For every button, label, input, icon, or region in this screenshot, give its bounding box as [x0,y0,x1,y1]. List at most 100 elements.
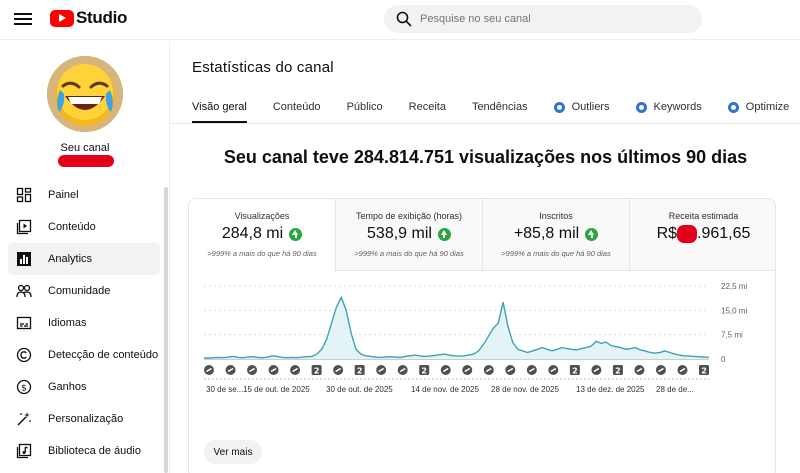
sidebar-item-comunidade[interactable]: Comunidade [8,275,160,307]
sidebar-item-label: Idiomas [48,317,87,329]
sidebar-item-label: Ganhos [48,381,87,393]
metric-value: 538,9 mil [336,225,482,243]
sidebar-item-idiomas[interactable]: Idiomas [8,307,160,339]
y-tick-label: 7,5 mi [721,331,743,340]
top-bar: Studio [0,0,800,40]
customization-icon [16,411,32,427]
x-tick-label: 30 de se... [206,385,243,394]
sidebar-item-deteccao[interactable]: Detecção de conteúdo [8,339,160,371]
overview-card: Visualizações 284,8 mi >999% a mais do q… [188,198,776,473]
video-marker-count: 2 [421,367,427,376]
metric-value: 284,8 mi [189,225,335,243]
metric-watch-time[interactable]: Tempo de exibição (horas) 538,9 mil >999… [336,199,483,271]
y-tick-label: 22,5 mi [721,282,747,291]
sidebar-scrollbar[interactable] [164,187,168,473]
tab-keywords[interactable]: Keywords [635,93,702,123]
metric-value: R$ .961,65 [630,225,775,243]
see-more-button[interactable]: Ver mais [204,440,262,464]
metric-comparison: >999% a mais do que há 90 dias [501,249,611,258]
extension-icon [553,102,565,113]
y-tick-label: 0 [721,355,726,364]
sidebar-item-personalizacao[interactable]: Personalização [8,403,160,435]
x-tick-label: 28 de nov. de 2025 [491,385,559,394]
sidebar-item-label: Detecção de conteúdo [48,349,159,361]
youtube-play-icon [50,9,74,27]
tab-label: Optimize [745,101,790,113]
audio-library-icon [16,443,32,459]
tab-conteudo[interactable]: Conteúdo [273,93,321,123]
video-marker-count: 2 [357,367,363,376]
x-tick-label: 28 de de... [656,385,694,394]
x-tick-label: 15 de out. de 2025 [243,385,310,394]
tab-label: Visão geral [192,101,247,113]
studio-logo[interactable]: Studio [50,8,127,28]
video-marker-count: 2 [701,367,707,376]
analytics-icon [16,251,32,267]
x-tick-label: 30 de out. de 2025 [326,385,393,394]
sidebar-item-biblioteca[interactable]: Biblioteca de áudio [8,435,160,467]
metric-label: Inscritos [539,211,573,221]
search-bar[interactable] [384,5,702,33]
arrow-up-icon [289,227,303,241]
tabs-divider [171,123,800,124]
sidebar-item-analytics[interactable]: Analytics [8,243,160,275]
search-input[interactable] [420,5,690,33]
sidebar-item-label: Conteúdo [48,221,96,233]
redacted-channel-name [58,155,114,167]
metric-label: Receita estimada [668,211,739,221]
sidebar-item-conteudo[interactable]: Conteúdo [8,211,160,243]
tab-label: Conteúdo [272,101,321,113]
metric-revenue[interactable]: Receita estimada R$ .961,65 [630,199,775,271]
views-chart[interactable]: 22,5 mi 15,0 mi 7,5 mi 0 2 2 2 2 2 2 30 de se... 15… [189,279,776,439]
tab-optimize[interactable]: Optimize [727,93,790,123]
tab-label: Receita [408,101,446,113]
copyright-icon [16,347,32,363]
metric-label: Tempo de exibição (horas) [355,211,463,221]
channel-avatar[interactable] [47,56,123,132]
arrow-up-icon [585,227,599,241]
metric-value: +85,8 mil [483,225,629,243]
sidebar-item-label: Biblioteca de áudio [48,445,141,457]
extension-icon [635,102,647,113]
x-tick-label: 14 de nov. de 2025 [411,385,479,394]
sidebar-item-label: Comunidade [48,285,111,297]
tab-receita[interactable]: Receita [409,93,446,123]
video-marker-count: 2 [615,367,621,376]
hamburger-menu-icon[interactable] [14,10,32,28]
analytics-tabs: Visão geral Conteúdo Público Receita Ten… [192,93,800,123]
sidebar: Seu canal Painel Conteúdo Analytics Comu… [0,41,170,473]
dashboard-icon [16,187,32,203]
logo-text: Studio [76,8,128,27]
metric-value-text: +85,8 mil [513,225,580,242]
metric-label: Visualizações [234,211,290,221]
arrow-up-icon [437,227,451,241]
metric-value-text: 284,8 mi [221,225,284,242]
sidebar-item-label: Painel [48,189,79,201]
metric-comparison: >999% a mais do que há 90 dias [354,249,464,258]
page-title: Estatísticas do canal [192,59,334,76]
tab-label: Outliers [571,101,610,113]
tab-visao-geral[interactable]: Visão geral [192,93,247,123]
series-area [204,297,709,359]
search-icon[interactable] [396,11,412,27]
metric-value-text: 538,9 mil [367,225,432,242]
channel-label: Seu canal [60,142,110,154]
redacted-amount [677,225,698,243]
tab-label: Público [346,101,383,113]
sidebar-item-label: Analytics [48,253,93,265]
sidebar-item-ganhos[interactable]: $ Ganhos [8,371,160,403]
sidebar-item-painel[interactable]: Painel [8,179,160,211]
y-tick-label: 15,0 mi [721,306,747,315]
currency-prefix: R$ [656,225,678,242]
subtitles-icon [16,315,32,331]
metric-subscribers[interactable]: Inscritos +85,8 mil >999% a mais do que … [483,199,630,271]
metric-comparison: >999% a mais do que há 90 dias [207,249,317,258]
video-marker-count: 2 [572,367,578,376]
tab-label: Keywords [653,101,702,113]
tab-outliers[interactable]: Outliers [553,93,610,123]
metric-views[interactable]: Visualizações 284,8 mi >999% a mais do q… [189,199,336,271]
video-marker-count: 2 [314,367,320,376]
tab-publico[interactable]: Público [347,93,383,123]
tab-tendencias[interactable]: Tendências [472,93,528,123]
content-icon [16,219,32,235]
